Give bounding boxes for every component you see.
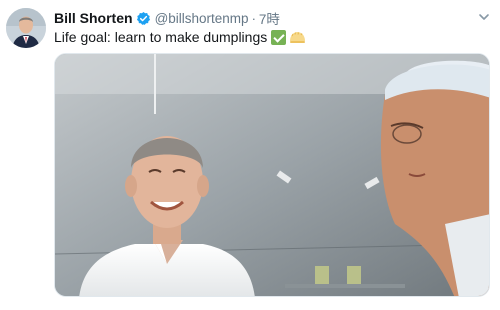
tweet-card[interactable]: Bill Shorten @billshortenmp · 7時 Life go… [0, 0, 500, 310]
author-name[interactable]: Bill Shorten [54, 10, 133, 26]
tweet-header: Bill Shorten @billshortenmp · 7時 [54, 9, 280, 27]
avatar[interactable] [6, 8, 46, 48]
author-handle[interactable]: @billshortenmp [155, 11, 249, 26]
tweet-photo[interactable] [54, 53, 490, 297]
tweet-text-body: Life goal: learn to make dumplings [54, 29, 268, 45]
verified-badge-icon [136, 11, 151, 26]
check-mark-emoji-icon [271, 29, 287, 45]
photo-icon [55, 54, 489, 296]
chevron-down-icon[interactable] [477, 10, 491, 24]
tweet-text: Life goal: learn to make dumplings [54, 27, 306, 47]
timestamp[interactable]: 7時 [259, 8, 280, 28]
separator-dot: · [251, 10, 256, 26]
dumpling-emoji-icon [289, 31, 306, 44]
avatar-photo-icon [6, 8, 46, 48]
